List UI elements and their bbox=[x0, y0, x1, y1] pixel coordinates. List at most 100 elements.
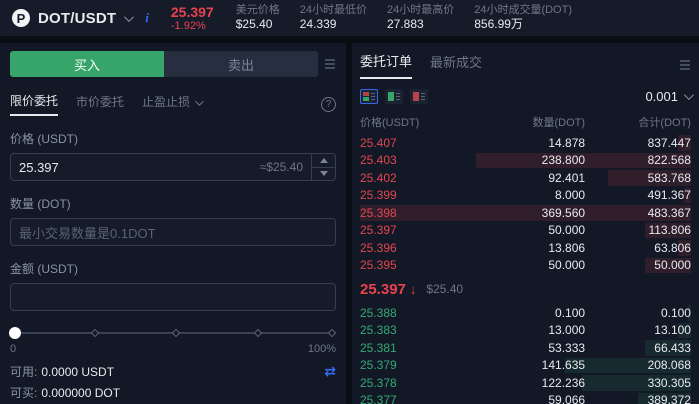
amount-input-value[interactable] bbox=[11, 284, 335, 310]
slider-tick-50[interactable] bbox=[172, 329, 180, 337]
slider-handle[interactable] bbox=[9, 327, 21, 339]
order-book-column-headers: 价格(USDT) 数量(DOT) 合计(DOT) bbox=[360, 114, 691, 134]
column-price: 价格(USDT) bbox=[360, 114, 459, 130]
slider-tick-100[interactable] bbox=[328, 329, 336, 337]
bid-row[interactable]: 25.38153.33366.433 bbox=[360, 339, 691, 357]
stepper-down-button[interactable] bbox=[312, 168, 335, 181]
stat-24h-volume: 24小时成交量(DOT) 856.99万 bbox=[474, 3, 572, 33]
stat-24h-high: 24小时最高价 27.883 bbox=[387, 3, 454, 33]
ask-row[interactable]: 25.39750.000113.806 bbox=[360, 222, 691, 240]
ask-row[interactable]: 25.39613.80663.806 bbox=[360, 239, 691, 257]
buyable-value: 0.000000 DOT bbox=[41, 386, 120, 400]
cell-tot: 13.100 bbox=[585, 323, 691, 337]
tab-market-order[interactable]: 市价委托 bbox=[76, 93, 124, 115]
view-mode-bids-icon[interactable] bbox=[385, 89, 403, 104]
cell-amt: 13.000 bbox=[459, 323, 585, 337]
bid-row[interactable]: 25.378122.236330.305 bbox=[360, 374, 691, 392]
panel-drag-handle-icon[interactable] bbox=[679, 60, 691, 70]
slider-max-label: 100% bbox=[308, 343, 336, 355]
chevron-down-icon bbox=[684, 90, 694, 100]
current-price-usd: $25.40 bbox=[426, 282, 463, 296]
available-label: 可用: bbox=[10, 363, 37, 380]
order-book-panel: 委托订单 最新成交 0.001 价格(USDT) 数 bbox=[352, 43, 699, 404]
cell-tot: 822.568 bbox=[585, 153, 691, 167]
cell-tot: 113.806 bbox=[585, 223, 691, 237]
amount-field-label: 金额 (USDT) bbox=[10, 260, 336, 277]
cell-price: 25.377 bbox=[360, 393, 459, 404]
price-input-value[interactable]: 25.397 bbox=[11, 154, 260, 180]
ask-row[interactable]: 25.39550.00050.000 bbox=[360, 257, 691, 275]
bid-row[interactable]: 25.3880.1000.100 bbox=[360, 304, 691, 322]
stat-label: 24小时最低价 bbox=[300, 3, 367, 17]
precision-value: 0.001 bbox=[645, 89, 678, 104]
ticker-stats: 美元价格 $25.40 24小时最低价 24.339 24小时最高价 27.88… bbox=[236, 3, 572, 33]
cell-amt: 8.000 bbox=[459, 188, 585, 202]
view-mode-asks-icon[interactable] bbox=[410, 89, 428, 104]
cell-amt: 59.066 bbox=[459, 393, 585, 404]
price-input[interactable]: 25.397 ≈$25.40 bbox=[10, 153, 336, 181]
buyable-balance-row: 可买: 0.000000 DOT bbox=[10, 384, 336, 401]
ask-row[interactable]: 25.40292.401583.768 bbox=[360, 169, 691, 187]
amount-percent-slider[interactable] bbox=[10, 327, 336, 339]
stat-usd-price: 美元价格 $25.40 bbox=[236, 3, 280, 33]
cell-amt: 13.806 bbox=[459, 241, 585, 255]
cell-tot: 583.768 bbox=[585, 171, 691, 185]
triangle-up-icon bbox=[320, 158, 328, 163]
sell-tab[interactable]: 卖出 bbox=[164, 51, 318, 77]
trade-form-panel: 买入 卖出 限价委托 市价委托 止盈止损 ? 价格 (USDT) 25.397 … bbox=[0, 43, 346, 404]
help-icon[interactable]: ? bbox=[321, 97, 336, 112]
cell-amt: 50.000 bbox=[459, 258, 585, 272]
last-price-block: 25.397 -1.92% bbox=[171, 4, 214, 33]
tab-limit-order[interactable]: 限价委托 bbox=[10, 92, 58, 116]
transfer-swap-icon[interactable]: ⇄ bbox=[324, 363, 336, 380]
current-price: 25.397 bbox=[360, 281, 406, 298]
chevron-down-icon bbox=[195, 97, 203, 105]
info-icon[interactable]: i bbox=[145, 10, 149, 26]
stat-value: 856.99万 bbox=[474, 17, 572, 33]
top-bar: P DOT/USDT i 25.397 -1.92% 美元价格 $25.40 2… bbox=[0, 0, 699, 36]
ask-row[interactable]: 25.403238.800822.568 bbox=[360, 152, 691, 170]
tab-stop-order-label: 止盈止损 bbox=[142, 95, 190, 109]
quantity-field-label: 数量 (DOT) bbox=[10, 195, 336, 212]
trading-pair-title[interactable]: DOT/USDT bbox=[38, 10, 116, 27]
panel-drag-handle-icon[interactable] bbox=[324, 59, 336, 69]
ask-row[interactable]: 25.398369.560483.367 bbox=[360, 204, 691, 222]
cell-amt: 141.635 bbox=[459, 358, 585, 372]
buyable-label: 可买: bbox=[10, 384, 37, 401]
ask-row[interactable]: 25.40714.878837.447 bbox=[360, 134, 691, 152]
cell-price: 25.396 bbox=[360, 241, 459, 255]
precision-selector[interactable]: 0.001 bbox=[645, 89, 691, 104]
cell-tot: 50.000 bbox=[585, 258, 691, 272]
cell-amt: 238.800 bbox=[459, 153, 585, 167]
cell-amt: 53.333 bbox=[459, 341, 585, 355]
cell-price: 25.383 bbox=[360, 323, 459, 337]
stepper-up-button[interactable] bbox=[312, 154, 335, 168]
quantity-input[interactable]: 最小交易数量是0.1DOT bbox=[10, 218, 336, 246]
view-mode-both-icon[interactable] bbox=[360, 89, 378, 104]
cell-price: 25.397 bbox=[360, 223, 459, 237]
last-price: 25.397 bbox=[171, 4, 214, 20]
cell-amt: 14.878 bbox=[459, 136, 585, 150]
cell-tot: 837.447 bbox=[585, 136, 691, 150]
slider-tick-25[interactable] bbox=[90, 329, 98, 337]
amount-input[interactable] bbox=[10, 283, 336, 311]
order-type-tabs: 限价委托 市价委托 止盈止损 ? bbox=[10, 92, 336, 116]
bid-row[interactable]: 25.379141.635208.068 bbox=[360, 357, 691, 375]
available-balance-row: 可用: 0.0000 USDT ⇄ bbox=[10, 363, 336, 380]
tab-order-book[interactable]: 委托订单 bbox=[360, 51, 412, 79]
ask-row[interactable]: 25.3998.000491.367 bbox=[360, 187, 691, 205]
cell-tot: 63.806 bbox=[585, 241, 691, 255]
cell-price: 25.399 bbox=[360, 188, 459, 202]
asks-list: 25.40714.878837.44725.403238.800822.5682… bbox=[360, 134, 691, 274]
cell-tot: 491.367 bbox=[585, 188, 691, 202]
chevron-down-icon[interactable] bbox=[124, 12, 134, 22]
slider-tick-75[interactable] bbox=[253, 329, 261, 337]
quantity-placeholder: 最小交易数量是0.1DOT bbox=[11, 219, 335, 245]
bid-row[interactable]: 25.38313.00013.100 bbox=[360, 322, 691, 340]
cell-price: 25.379 bbox=[360, 358, 459, 372]
bid-row[interactable]: 25.37759.066389.372 bbox=[360, 392, 691, 404]
tab-latest-trades[interactable]: 最新成交 bbox=[430, 52, 482, 78]
buy-tab[interactable]: 买入 bbox=[10, 51, 164, 77]
tab-stop-order[interactable]: 止盈止损 bbox=[142, 93, 201, 115]
cell-amt: 0.100 bbox=[459, 306, 585, 320]
